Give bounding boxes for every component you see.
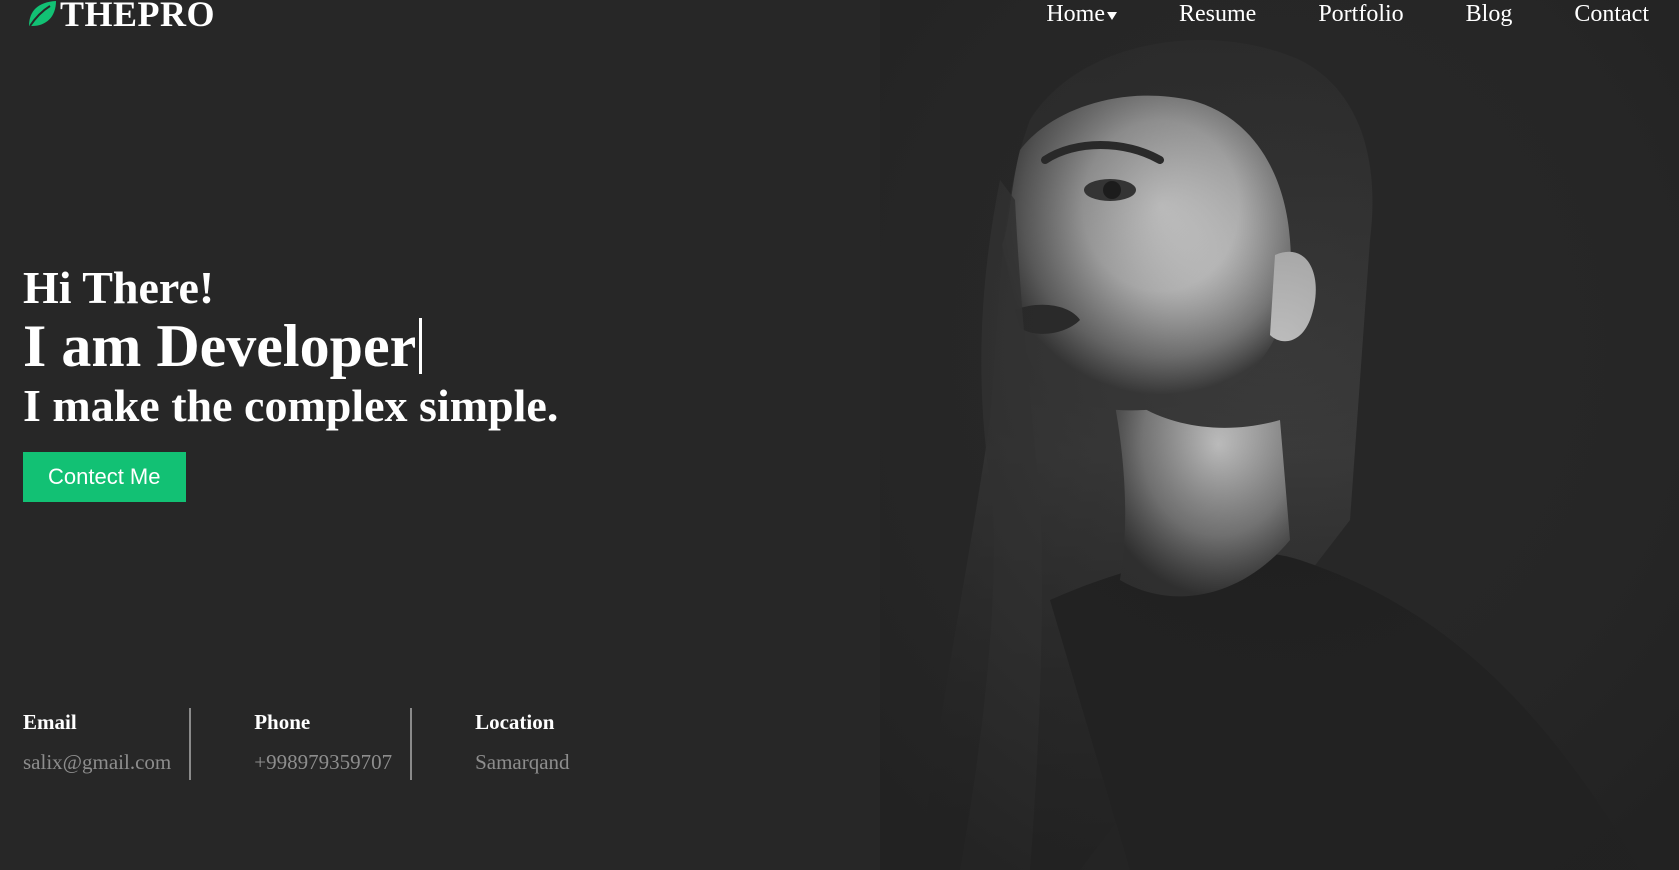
info-label: Phone — [254, 710, 311, 734]
nav-item-resume[interactable]: Resume — [1179, 0, 1256, 28]
info-label: Location — [475, 710, 555, 734]
nav-item-blog[interactable]: Blog — [1466, 0, 1513, 28]
info-phone: Phone +998979359707 — [189, 708, 410, 780]
brand-logo[interactable]: THEPRO — [26, 0, 215, 32]
hero-portrait-image — [880, 0, 1679, 870]
nav-item-portfolio[interactable]: Portfolio — [1318, 0, 1403, 28]
contact-info: Email salix@gmail.com Phone +99897935970… — [23, 708, 588, 780]
info-email: Email salix@gmail.com — [23, 708, 189, 780]
hero-tagline: I make the complex simple. — [23, 380, 559, 431]
phone-link[interactable]: +998979359707 — [254, 744, 392, 780]
nav-item-label: Home — [1046, 1, 1105, 27]
location-value: Samarqand — [475, 750, 570, 774]
typing-cursor — [419, 318, 423, 374]
main-nav: Home Resume Portfolio Blog Contact — [1046, 0, 1649, 28]
hero-headline: I am Developer — [23, 314, 558, 378]
brand-name: THEPRO — [60, 0, 216, 34]
page: THEPRO Home Resume Portfolio Blog Contac… — [0, 0, 1679, 870]
email-link[interactable]: salix@gmail.com — [23, 744, 171, 780]
leaf-icon — [26, 0, 58, 29]
contact-me-button[interactable]: Contect Me — [23, 452, 186, 502]
caret-down-icon — [1106, 12, 1117, 20]
nav-item-contact[interactable]: Contact — [1574, 0, 1649, 28]
typed-text: I am Developer — [23, 313, 417, 379]
info-location: Location Samarqand — [410, 708, 587, 780]
site-header: THEPRO Home Resume Portfolio Blog Contac… — [0, 0, 1679, 40]
nav-item-home[interactable]: Home — [1046, 0, 1117, 28]
hero-greeting: Hi There! — [23, 262, 215, 313]
info-label: Email — [23, 710, 77, 734]
hero-section: Hi There! I am Developer I make the comp… — [23, 262, 558, 502]
